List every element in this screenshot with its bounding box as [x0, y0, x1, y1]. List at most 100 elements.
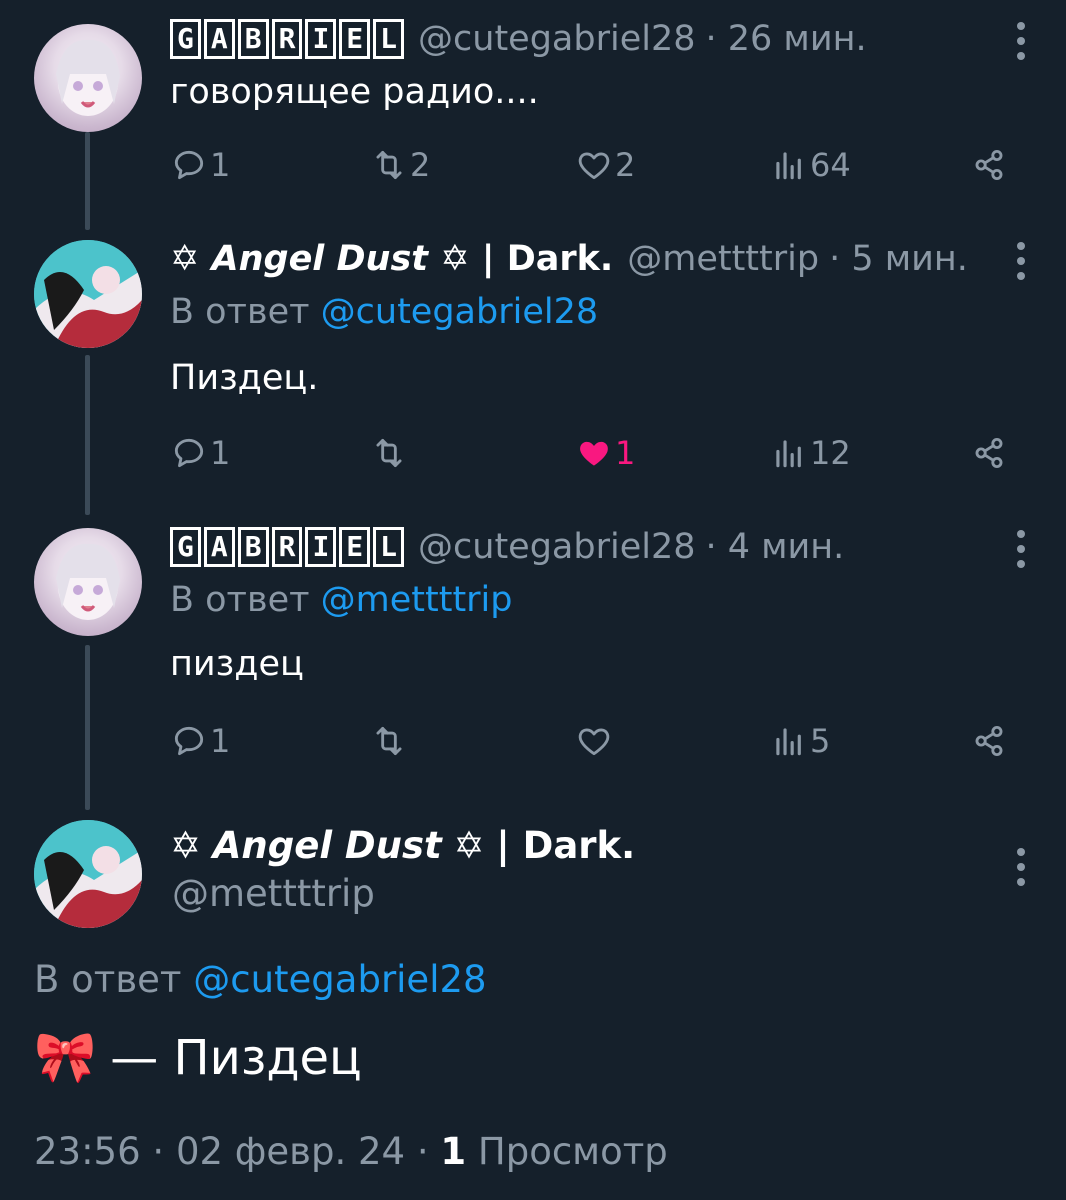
- share-button[interactable]: [970, 140, 1008, 190]
- tweet-header: G A B R I E L @cutegabriel28 · 4 мин.: [170, 522, 844, 572]
- name-letter: E: [339, 19, 371, 59]
- display-name-tail: | Dark.: [496, 824, 636, 867]
- view-count: 12: [810, 434, 851, 472]
- replying-to-label: В ответ: [34, 958, 182, 1001]
- views-label: Просмотр: [477, 1130, 668, 1173]
- tweet-1[interactable]: G A B R I E L @cutegabriel28 · 26 мин. г…: [0, 14, 1066, 214]
- tweet-header: ✡ Angel Dust ✡ | Dark. @mettttrip · 5 ми…: [170, 234, 968, 284]
- tweet-header: G A B R I E L @cutegabriel28 · 26 мин.: [170, 14, 867, 64]
- replying-to: В ответ @mettttrip: [170, 580, 513, 620]
- timestamp[interactable]: · 4 мин.: [706, 527, 845, 567]
- reply-icon: [174, 150, 204, 180]
- like-button[interactable]: 2: [575, 140, 635, 190]
- retweet-count: 2: [410, 146, 431, 184]
- avatar[interactable]: [34, 528, 142, 636]
- pentagram-glyph: ✡: [170, 824, 202, 867]
- display-name-main: Angel Dust: [211, 239, 429, 279]
- name-letter: E: [339, 527, 371, 567]
- display-name-tail: | Dark.: [481, 239, 614, 279]
- tweet-text: говорящее радио....: [170, 72, 539, 112]
- name-letter: R: [271, 19, 303, 59]
- heart-filled-icon: [580, 441, 608, 466]
- views-button[interactable]: 5: [770, 716, 830, 766]
- tweet-3[interactable]: G A B R I E L @cutegabriel28 · 4 мин. В …: [0, 522, 1066, 782]
- views-button[interactable]: 12: [770, 428, 851, 478]
- timestamp[interactable]: · 5 мин.: [829, 239, 968, 279]
- retweet-icon: [376, 726, 402, 756]
- pentagram-glyph: ✡: [170, 239, 200, 279]
- heart-icon: [578, 728, 610, 756]
- tweet-actions: 1 1 12: [170, 428, 1020, 478]
- pentagram-glyph: ✡: [440, 239, 470, 279]
- views-count: 1: [440, 1130, 467, 1173]
- share-icon: [975, 725, 1003, 757]
- name-letter: A: [203, 19, 235, 59]
- reply-button[interactable]: 1: [170, 716, 230, 766]
- retweet-button[interactable]: [370, 716, 410, 766]
- analytics-icon: [776, 152, 801, 180]
- avatar[interactable]: [34, 24, 142, 132]
- tweet-actions: 1 2 2 64: [170, 140, 1020, 190]
- replying-to-label: В ответ: [170, 292, 310, 332]
- more-options-icon[interactable]: [1016, 530, 1026, 568]
- retweet-button[interactable]: 2: [370, 140, 430, 190]
- avatar[interactable]: [34, 240, 142, 348]
- name-letter: L: [373, 527, 405, 567]
- more-options-icon[interactable]: [1016, 22, 1026, 60]
- ribbon-emoji: 🎀: [34, 1028, 97, 1086]
- heart-icon: [578, 152, 610, 180]
- name-letter: B: [237, 527, 269, 567]
- like-button[interactable]: [575, 716, 615, 766]
- reply-icon: [174, 726, 204, 756]
- name-letter: G: [170, 527, 201, 567]
- name-letter: I: [305, 19, 337, 59]
- views-button[interactable]: 64: [770, 140, 851, 190]
- pentagram-glyph: ✡: [453, 824, 485, 867]
- replying-to-link[interactable]: @cutegabriel28: [321, 292, 598, 332]
- analytics-icon: [776, 440, 801, 468]
- view-count: 64: [810, 146, 851, 184]
- more-options-icon[interactable]: [1016, 242, 1026, 280]
- reply-count: 1: [210, 434, 231, 472]
- display-name[interactable]: G A B R I E L: [170, 527, 405, 567]
- tweet-text: пиздец: [170, 644, 304, 684]
- reply-button[interactable]: 1: [170, 428, 230, 478]
- avatar[interactable]: [34, 820, 142, 928]
- handle[interactable]: @mettttrip: [172, 872, 375, 915]
- display-name[interactable]: ✡ Angel Dust ✡ | Dark.: [170, 239, 613, 279]
- replying-to-label: В ответ: [170, 580, 310, 620]
- name-letter: I: [305, 527, 337, 567]
- like-count: 2: [615, 146, 636, 184]
- handle[interactable]: @mettttrip: [627, 239, 819, 279]
- tweet-text: Пиздец.: [170, 358, 319, 398]
- name-letter: A: [203, 527, 235, 567]
- handle[interactable]: @cutegabriel28: [418, 19, 695, 59]
- timestamp[interactable]: · 26 мин.: [706, 19, 867, 59]
- tweet-time[interactable]: 23:56: [34, 1130, 141, 1173]
- replying-to-link[interactable]: @cutegabriel28: [193, 958, 486, 1001]
- more-options-icon[interactable]: [1016, 848, 1026, 886]
- name-letter: B: [237, 19, 269, 59]
- share-button[interactable]: [970, 716, 1008, 766]
- replying-to-link[interactable]: @mettttrip: [321, 580, 513, 620]
- reply-button[interactable]: 1: [170, 140, 230, 190]
- tweet-date[interactable]: 02 февр. 24: [176, 1130, 405, 1173]
- reply-count: 1: [210, 146, 231, 184]
- retweet-icon: [376, 150, 402, 180]
- tweet-text: 🎀 — Пиздец: [34, 1028, 362, 1087]
- reply-count: 1: [210, 722, 231, 760]
- retweet-button[interactable]: [370, 428, 410, 478]
- tweet-actions: 1 5: [170, 716, 1020, 766]
- like-button[interactable]: 1: [575, 428, 635, 478]
- name-letter: R: [271, 527, 303, 567]
- separator: ·: [416, 1130, 429, 1173]
- retweet-icon: [376, 438, 402, 468]
- tweet-meta: 23:56 · 02 февр. 24 · 1 Просмотр: [34, 1130, 668, 1173]
- share-button[interactable]: [970, 428, 1008, 478]
- share-icon: [975, 437, 1003, 469]
- replying-to: В ответ @cutegabriel28: [170, 292, 598, 332]
- tweet-2[interactable]: ✡ Angel Dust ✡ | Dark. @mettttrip · 5 ми…: [0, 234, 1066, 494]
- handle[interactable]: @cutegabriel28: [418, 527, 695, 567]
- display-name[interactable]: ✡ Angel Dust ✡ | Dark.: [170, 824, 635, 867]
- display-name[interactable]: G A B R I E L: [170, 19, 405, 59]
